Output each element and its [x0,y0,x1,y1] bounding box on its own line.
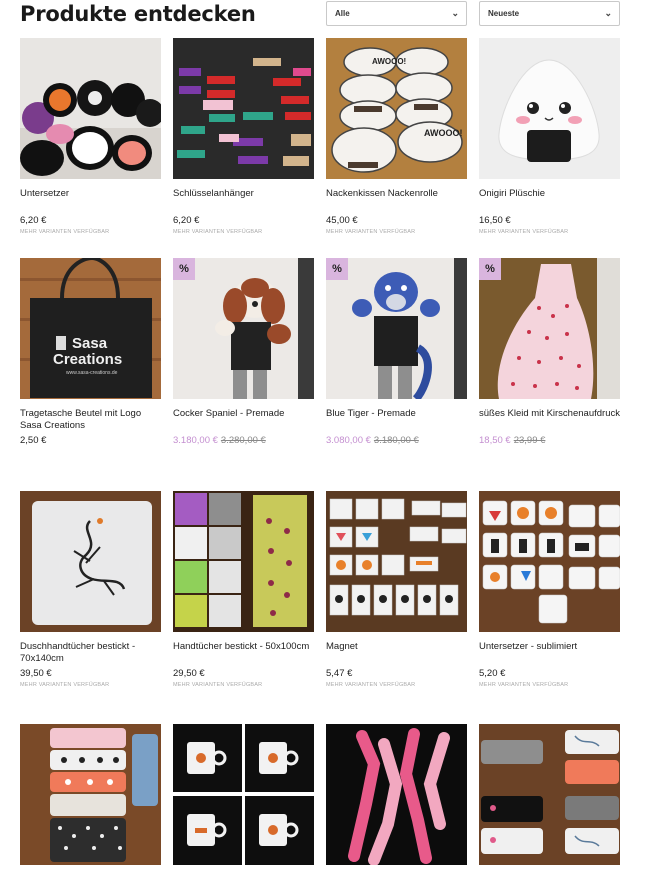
product-name[interactable]: Untersetzer [20,188,161,212]
bag-logo-line2: Creations [53,351,122,368]
more-variants-note: MEHR VARIANTEN VERFÜGBAR [20,682,110,688]
product-price: 5,20 € [479,668,506,679]
bag-url: www.sasa-creations.de [66,370,118,376]
product-card[interactable]: Sasa Creations www.sasa-creations.de Tra… [20,258,161,446]
product-price: 5,47 € [326,668,353,679]
sale-badge: % [326,258,348,280]
product-image-blue-tiger-suit[interactable]: % [326,258,467,399]
sale-badge: % [479,258,501,280]
product-image-headbands[interactable] [479,724,620,865]
product-name[interactable]: Duschhandtücher bestickt - 70x140cm [20,641,161,665]
sale-badge: % [173,258,195,280]
original-price: 23,99 € [513,435,546,446]
page-header: Produkte entdecken Alle ⌄ Neueste ⌄ [20,0,631,30]
chevron-down-icon: ⌄ [604,8,612,18]
product-price: 18,50 €23,99 € [479,435,620,446]
sort-order-select[interactable]: Neueste ⌄ [479,1,620,26]
product-name[interactable]: Handtücher bestickt - 50x100cm [173,641,314,665]
product-card[interactable]: AWOOO! AWOOO! Nackenkissen Nackenrolle 4… [326,38,467,235]
product-price: 39,50 € [20,668,52,679]
product-name[interactable]: Nackenkissen Nackenrolle [326,188,467,212]
product-image-keychains[interactable] [173,38,314,179]
product-price: 45,00 € [326,215,358,226]
product-image-cherry-dress[interactable]: % [479,258,620,399]
more-variants-note: MEHR VARIANTEN VERFÜGBAR [20,229,110,235]
product-card[interactable] [326,724,467,865]
product-card[interactable]: Untersetzer - sublimiert 5,20 € MEHR VAR… [479,491,620,688]
product-image-cocker-spaniel-suit[interactable]: % [173,258,314,399]
original-price: 3.280,00 € [220,435,266,446]
page-title: Produkte entdecken [20,2,256,26]
category-filter-value: Alle [335,9,350,18]
product-name[interactable]: Onigiri Plüschie [479,188,620,212]
more-variants-note: MEHR VARIANTEN VERFÜGBAR [479,229,569,235]
more-variants-note: MEHR VARIANTEN VERFÜGBAR [326,682,416,688]
product-price: 2,50 € [20,435,47,446]
product-image-mugs[interactable] [173,724,314,865]
product-price: 3.080,00 €3.180,00 € [326,435,467,446]
product-price: 6,20 € [173,215,200,226]
product-image-magnets[interactable] [326,491,467,632]
product-image-hand-towels[interactable] [173,491,314,632]
product-image-coasters[interactable] [20,38,161,179]
category-filter-select[interactable]: Alle ⌄ [326,1,467,26]
product-card[interactable]: Onigiri Plüschie 16,50 € MEHR VARIANTEN … [479,38,620,235]
more-variants-note: MEHR VARIANTEN VERFÜGBAR [479,682,569,688]
pillow-text: AWOOO! [372,57,406,66]
product-name[interactable]: Magnet [326,641,467,665]
more-variants-note: MEHR VARIANTEN VERFÜGBAR [173,229,263,235]
product-card[interactable] [20,724,161,865]
original-price: 3.180,00 € [373,435,419,446]
product-image-onigiri-plush[interactable] [479,38,620,179]
product-name[interactable]: Schlüsselanhänger [173,188,314,212]
product-name[interactable]: Blue Tiger - Premade [326,408,467,432]
product-name[interactable]: Cocker Spaniel - Premade [173,408,314,432]
pillow-text: AWOOO! [424,128,463,138]
product-image-shower-towel[interactable] [20,491,161,632]
product-card[interactable]: % Blue Tiger - Premade 3.080,00 €3.180,0… [326,258,467,446]
product-card[interactable]: Duschhandtücher bestickt - 70x140cm 39,5… [20,491,161,688]
chevron-down-icon: ⌄ [451,8,459,18]
product-card[interactable]: Untersetzer 6,20 € MEHR VARIANTEN VERFÜG… [20,38,161,235]
product-card[interactable] [173,724,314,865]
sale-price: 3.080,00 € [326,435,371,446]
more-variants-note: MEHR VARIANTEN VERFÜGBAR [326,229,416,235]
sale-price: 3.180,00 € [173,435,218,446]
product-card[interactable] [479,724,620,865]
product-name[interactable]: süßes Kleid mit Kirschenaufdruck [479,408,620,432]
product-price: 16,50 € [479,215,511,226]
product-image-tote-bag[interactable]: Sasa Creations www.sasa-creations.de [20,258,161,399]
product-name[interactable]: Tragetasche Beutel mit Logo Sasa Creatio… [20,408,161,432]
product-card[interactable]: Magnet 5,47 € MEHR VARIANTEN VERFÜGBAR [326,491,467,688]
sort-order-value: Neueste [488,9,520,18]
more-variants-note: MEHR VARIANTEN VERFÜGBAR [173,682,263,688]
product-price: 6,20 € [20,215,47,226]
product-price: 3.180,00 €3.280,00 € [173,435,314,446]
product-card[interactable]: Schlüsselanhänger 6,20 € MEHR VARIANTEN … [173,38,314,235]
product-price: 29,50 € [173,668,205,679]
product-name[interactable]: Untersetzer - sublimiert [479,641,620,665]
product-card[interactable]: % süßes Kleid mit Kirschenaufdruck 18,50… [479,258,620,446]
product-image-sublimated-coasters[interactable] [479,491,620,632]
product-image-grain-pillows[interactable] [20,724,161,865]
product-card[interactable]: Handtücher bestickt - 50x100cm 29,50 € M… [173,491,314,688]
product-image-pink-socks[interactable] [326,724,467,865]
sale-price: 18,50 € [479,435,511,446]
product-image-neck-pillows[interactable]: AWOOO! AWOOO! [326,38,467,179]
bag-logo-line1: Sasa [72,335,108,352]
product-card[interactable]: % Cocker Spaniel - Premade 3.180,00 €3.2… [173,258,314,446]
